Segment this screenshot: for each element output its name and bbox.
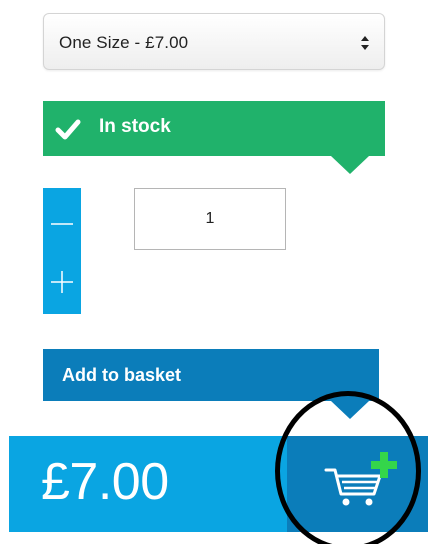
size-select[interactable]: One Size - £7.00 <box>43 13 385 70</box>
stock-banner-pointer <box>331 156 369 174</box>
product-purchase-panel: One Size - £7.00 In stock Add to basket <box>0 0 428 544</box>
quantity-increase-button[interactable] <box>43 258 81 306</box>
size-select-value: One Size - £7.00 <box>59 33 189 52</box>
add-to-basket-button[interactable]: Add to basket <box>43 349 379 401</box>
stock-status-label: In stock <box>99 116 171 137</box>
price-bar: £7.00 <box>9 436 428 532</box>
price-value: £7.00 <box>41 453 169 511</box>
add-to-basket-label: Add to basket <box>62 365 182 385</box>
quantity-input[interactable] <box>134 188 286 250</box>
plus-icon <box>51 271 73 293</box>
stock-status-banner: In stock <box>43 101 385 156</box>
quantity-stepper <box>43 188 81 314</box>
check-icon <box>55 119 81 140</box>
add-basket-pointer <box>331 401 369 419</box>
quick-add-cart-button[interactable] <box>287 436 428 532</box>
minus-icon <box>51 223 73 225</box>
quantity-decrease-button[interactable] <box>43 200 81 248</box>
cart-add-icon <box>324 452 397 506</box>
select-arrows-icon <box>361 36 369 50</box>
